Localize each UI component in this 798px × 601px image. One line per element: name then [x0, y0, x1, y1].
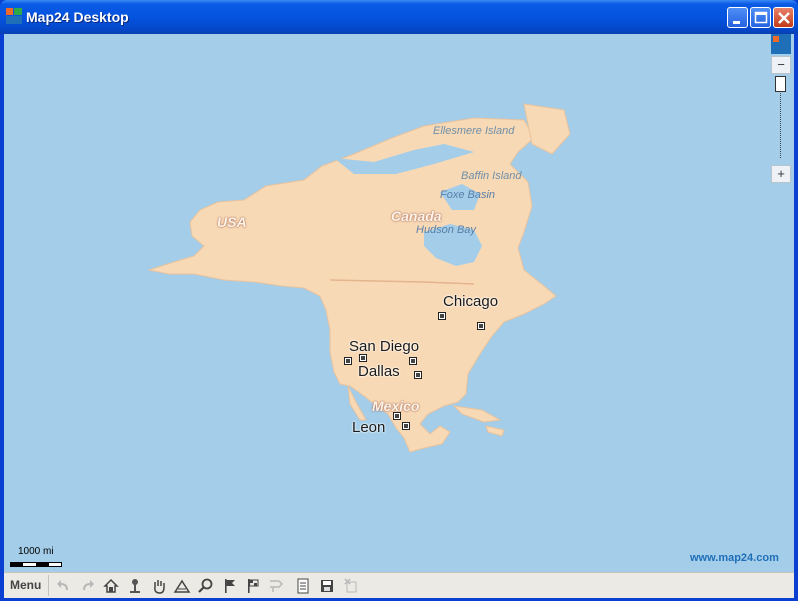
measure-icon[interactable]: [172, 576, 192, 596]
caribbean-shape: [485, 425, 505, 437]
site-link[interactable]: www.map24.com: [690, 552, 779, 564]
water-label: Foxe Basin: [440, 189, 496, 201]
map24-logo-icon[interactable]: [771, 34, 791, 54]
save-icon[interactable]: [317, 576, 337, 596]
city-marker[interactable]: [409, 357, 417, 365]
zoom-in-button[interactable]: +: [771, 165, 791, 183]
pin-icon[interactable]: [125, 576, 145, 596]
zoom-out-button[interactable]: −: [771, 56, 791, 74]
maximize-button[interactable]: [750, 7, 771, 28]
map-view[interactable]: Ellesmere Island Baffin Island Foxe Basi…: [4, 34, 794, 572]
scale-bar: [10, 562, 62, 567]
delete-icon[interactable]: [341, 576, 361, 596]
hand-icon[interactable]: [149, 576, 169, 596]
toolbar-divider: [48, 575, 49, 596]
water-label: Hudson Bay: [416, 224, 476, 236]
magnifier-icon[interactable]: [196, 576, 216, 596]
country-label: USA: [217, 214, 247, 230]
city-marker[interactable]: [359, 354, 367, 362]
city-marker[interactable]: [344, 357, 352, 365]
island-label: Ellesmere Island: [433, 125, 515, 137]
flag-start-icon[interactable]: [220, 576, 240, 596]
zoom-slider-thumb[interactable]: [775, 76, 786, 92]
city-marker[interactable]: [402, 422, 410, 430]
title-bar[interactable]: Map24 Desktop: [0, 0, 798, 34]
close-button[interactable]: [773, 7, 794, 28]
zoom-control: − +: [771, 56, 791, 184]
undo-icon[interactable]: [54, 576, 74, 596]
island-label: Baffin Island: [461, 170, 522, 182]
window-title: Map24 Desktop: [26, 9, 129, 25]
bottom-toolbar: Menu: [4, 572, 794, 598]
city-label: Leon: [352, 419, 386, 436]
document-icon[interactable]: [293, 576, 313, 596]
greenland-shape: [523, 103, 571, 155]
city-marker[interactable]: [438, 312, 446, 320]
city-label: San Diego: [349, 338, 420, 355]
app-icon: [6, 8, 22, 24]
flag-end-icon[interactable]: [243, 576, 263, 596]
city-label: Chicago: [443, 293, 499, 310]
minimize-button[interactable]: [727, 7, 748, 28]
city-label: Dallas: [358, 363, 400, 380]
map-canvas: [147, 103, 571, 453]
city-marker[interactable]: [393, 412, 401, 420]
city-marker[interactable]: [414, 371, 422, 379]
city-marker[interactable]: [477, 322, 485, 330]
redo-icon[interactable]: [77, 576, 97, 596]
app-window: Map24 Desktop Ellesmere Island Baffin Is…: [0, 0, 798, 601]
country-label: Canada: [391, 208, 442, 224]
cuba-shape: [452, 405, 502, 423]
scale-label: 1000 mi: [18, 546, 54, 557]
route-icon[interactable]: [266, 576, 286, 596]
menu-button[interactable]: Menu: [10, 578, 41, 592]
home-icon[interactable]: [101, 576, 121, 596]
